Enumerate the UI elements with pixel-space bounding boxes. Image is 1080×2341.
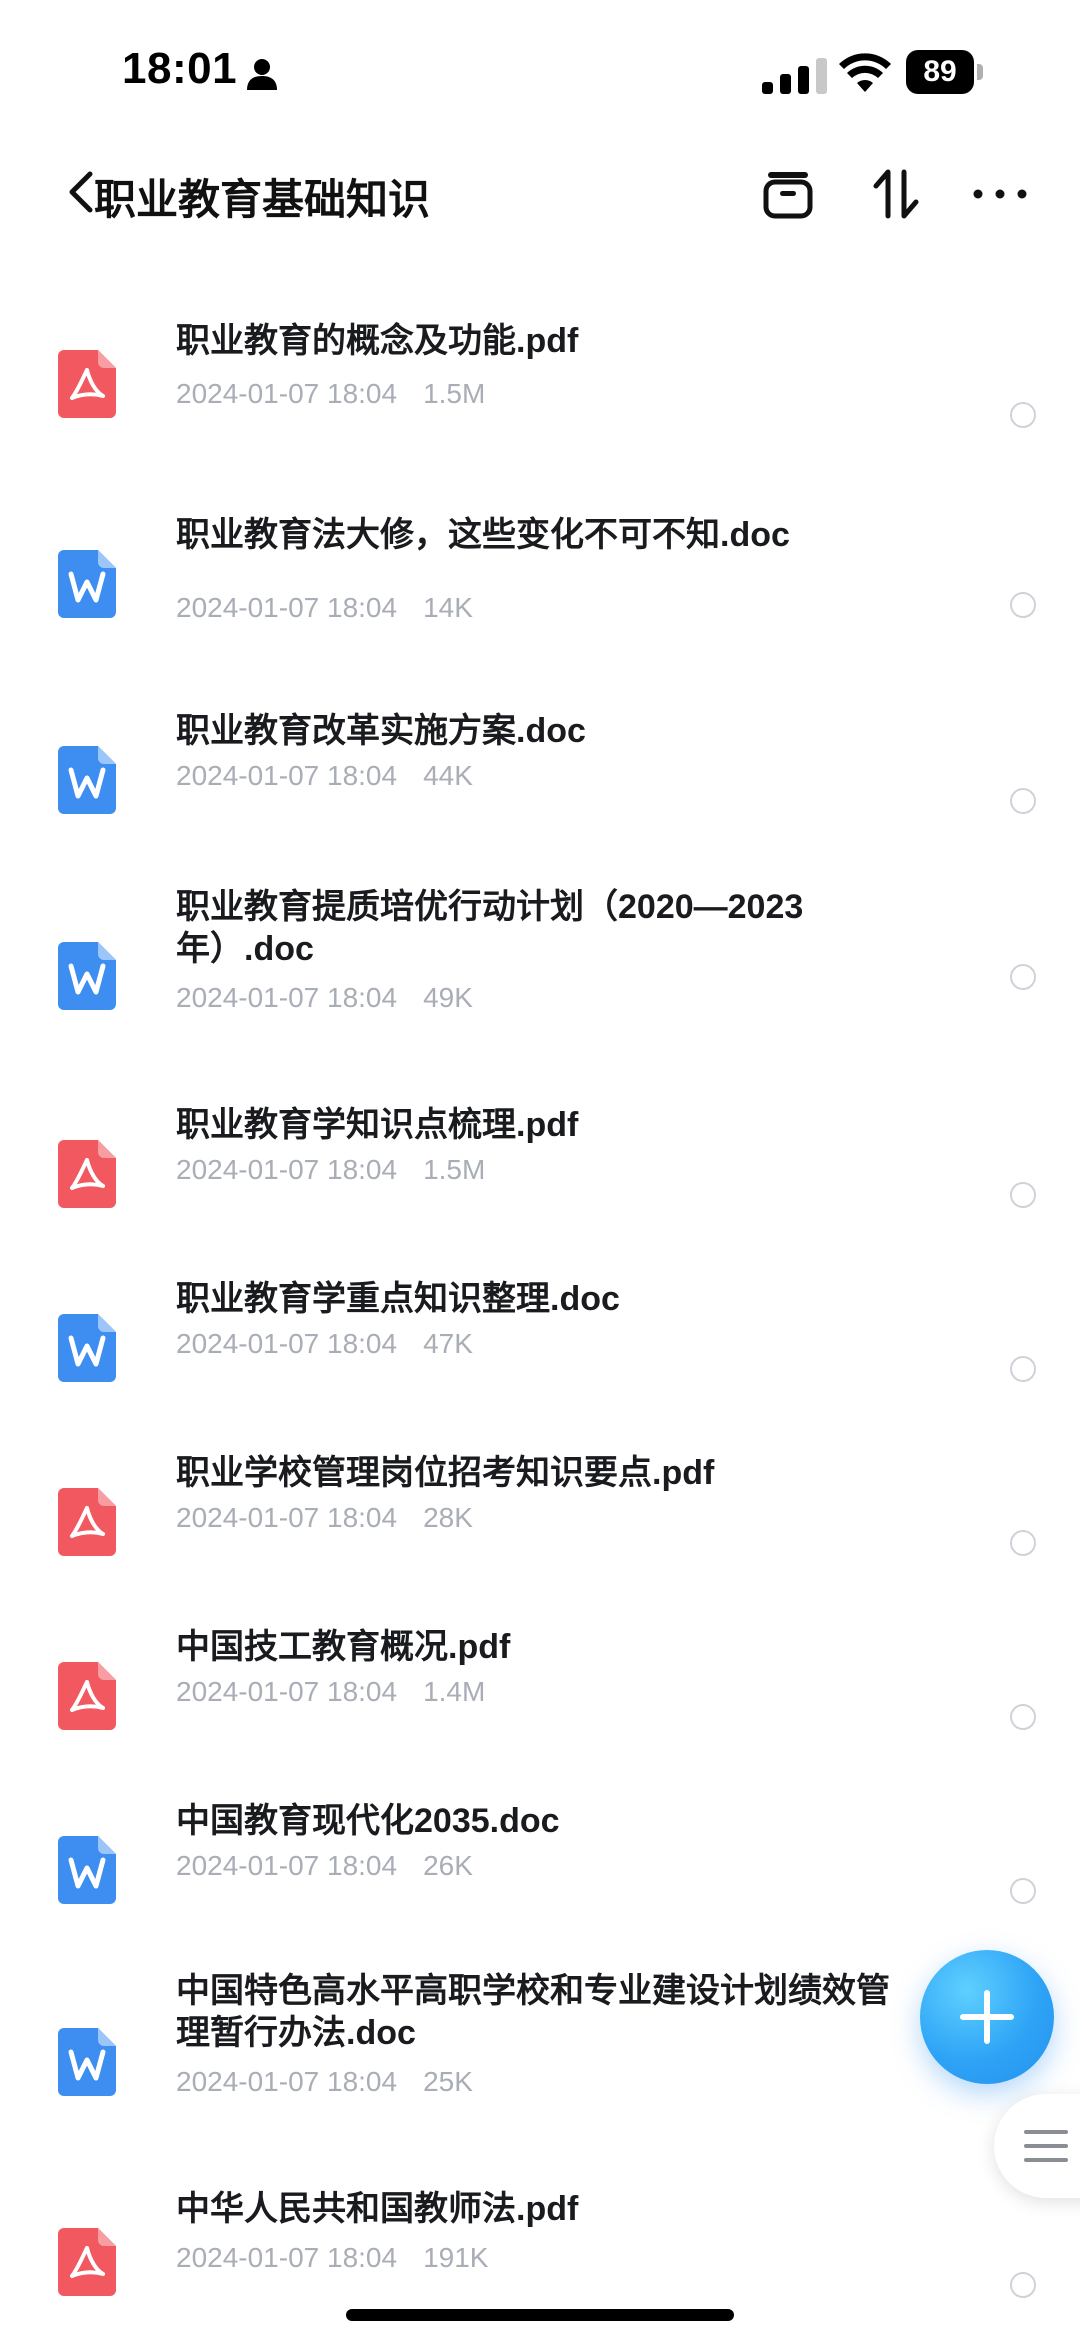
file-date: 2024-01-07 18:04 bbox=[176, 1502, 398, 1533]
file-name: 职业教育学知识点梳理.pdf bbox=[176, 1106, 579, 1144]
file-date: 2024-01-07 18:04 bbox=[176, 2242, 398, 2273]
more-button[interactable] bbox=[970, 164, 1030, 224]
file-name: 职业教育提质培优行动计划（2020—2023年）.doc bbox=[176, 888, 804, 968]
file-meta: 2024-01-07 18:04 44K bbox=[176, 760, 473, 792]
select-radio[interactable] bbox=[1010, 2272, 1036, 2298]
file-size: 25K bbox=[423, 2066, 473, 2097]
file-size: 26K bbox=[423, 1850, 473, 1881]
file-date: 2024-01-07 18:04 bbox=[176, 760, 398, 791]
list-item[interactable]: 中华人民共和国教师法.pdf 2024-01-07 18:04 191K bbox=[0, 2188, 1080, 2318]
list-item[interactable]: 中国技工教育概况.pdf 2024-01-07 18:04 1.4M bbox=[0, 1626, 1080, 1756]
file-meta: 2024-01-07 18:04 191K bbox=[176, 2242, 488, 2274]
list-item[interactable]: 中国教育现代化2035.doc 2024-01-07 18:04 26K bbox=[0, 1800, 1080, 1930]
sort-button[interactable] bbox=[866, 164, 926, 224]
file-date: 2024-01-07 18:04 bbox=[176, 1850, 398, 1881]
list-item[interactable]: 职业教育学重点知识整理.doc 2024-01-07 18:04 47K bbox=[0, 1278, 1080, 1408]
more-icon bbox=[973, 189, 1027, 199]
pdf-file-icon bbox=[58, 350, 116, 418]
status-bar: 18:01 89 bbox=[0, 0, 1080, 140]
pdf-file-icon bbox=[58, 1662, 116, 1730]
select-radio[interactable] bbox=[1010, 1182, 1036, 1208]
select-radio[interactable] bbox=[1010, 1356, 1036, 1382]
file-size: 28K bbox=[423, 1502, 473, 1533]
file-meta: 2024-01-07 18:04 1.5M bbox=[176, 1154, 485, 1186]
battery-tip bbox=[977, 64, 983, 80]
list-item[interactable]: 职业教育学知识点梳理.pdf 2024-01-07 18:04 1.5M bbox=[0, 1104, 1080, 1234]
file-name: 职业教育法大修，这些变化不可不知.doc bbox=[176, 516, 790, 554]
file-meta: 2024-01-07 18:04 1.4M bbox=[176, 1676, 485, 1708]
file-size: 44K bbox=[423, 760, 473, 791]
archive-icon bbox=[763, 172, 813, 219]
list-item[interactable]: 职业教育提质培优行动计划（2020—2023年）.doc 2024-01-07 … bbox=[0, 886, 1080, 1046]
doc-file-icon bbox=[58, 942, 116, 1010]
file-meta: 2024-01-07 18:04 1.5M bbox=[176, 378, 485, 410]
file-size: 1.5M bbox=[423, 1154, 486, 1185]
list-item[interactable]: 职业学校管理岗位招考知识要点.pdf 2024-01-07 18:04 28K bbox=[0, 1452, 1080, 1582]
file-meta: 2024-01-07 18:04 26K bbox=[176, 1850, 473, 1882]
file-name: 职业学校管理岗位招考知识要点.pdf bbox=[176, 1454, 715, 1492]
plus-icon bbox=[960, 1990, 1014, 2044]
file-date: 2024-01-07 18:04 bbox=[176, 378, 398, 409]
battery-level: 89 bbox=[906, 50, 974, 94]
person-icon bbox=[247, 59, 277, 90]
add-button[interactable] bbox=[920, 1950, 1054, 2084]
file-name: 中国教育现代化2035.doc bbox=[176, 1802, 560, 1840]
file-meta: 2024-01-07 18:04 28K bbox=[176, 1502, 473, 1534]
select-radio[interactable] bbox=[1010, 964, 1036, 990]
select-radio[interactable] bbox=[1010, 1530, 1036, 1556]
file-meta: 2024-01-07 18:04 49K bbox=[176, 982, 473, 1014]
list-item[interactable]: 中国特色高水平高职学校和专业建设计划绩效管理暂行办法.doc 2024-01-0… bbox=[0, 1970, 1080, 2130]
page-title: 职业教育基础知识 bbox=[94, 176, 431, 223]
file-size: 1.5M bbox=[423, 378, 486, 409]
file-date: 2024-01-07 18:04 bbox=[176, 1154, 398, 1185]
file-meta: 2024-01-07 18:04 47K bbox=[176, 1328, 473, 1360]
file-name: 职业教育的概念及功能.pdf bbox=[176, 322, 579, 360]
file-name: 中国特色高水平高职学校和专业建设计划绩效管理暂行办法.doc bbox=[176, 1972, 890, 2052]
file-name: 中华人民共和国教师法.pdf bbox=[176, 2190, 579, 2228]
select-radio[interactable] bbox=[1010, 1878, 1036, 1904]
file-name: 职业教育学重点知识整理.doc bbox=[176, 1280, 620, 1318]
select-radio[interactable] bbox=[1010, 1704, 1036, 1730]
menu-lines-icon bbox=[1024, 2130, 1068, 2162]
file-size: 47K bbox=[423, 1328, 473, 1359]
doc-file-icon bbox=[58, 550, 116, 618]
file-date: 2024-01-07 18:04 bbox=[176, 2066, 398, 2097]
doc-file-icon bbox=[58, 2028, 116, 2096]
file-date: 2024-01-07 18:04 bbox=[176, 1328, 398, 1359]
select-radio[interactable] bbox=[1010, 788, 1036, 814]
cellular-signal-icon bbox=[762, 58, 827, 94]
list-item[interactable]: 职业教育的概念及功能.pdf 2024-01-07 18:04 1.5M bbox=[0, 320, 1080, 450]
battery-indicator: 89 bbox=[906, 50, 984, 94]
file-size: 191K bbox=[423, 2242, 489, 2273]
pdf-file-icon bbox=[58, 1140, 116, 1208]
doc-file-icon bbox=[58, 1314, 116, 1382]
file-date: 2024-01-07 18:04 bbox=[176, 592, 398, 623]
archive-button[interactable] bbox=[758, 164, 818, 224]
screen: 18:01 89 职业教育基础知识 职业教育的概念及功能.pdf 2024-01… bbox=[0, 0, 1080, 2341]
file-size: 1.4M bbox=[423, 1676, 486, 1707]
doc-file-icon bbox=[58, 1836, 116, 1904]
select-radio[interactable] bbox=[1010, 402, 1036, 428]
file-name: 中国技工教育概况.pdf bbox=[176, 1628, 511, 1666]
file-name: 职业教育改革实施方案.doc bbox=[176, 712, 586, 750]
status-time: 18:01 bbox=[122, 44, 238, 93]
doc-file-icon bbox=[58, 746, 116, 814]
list-item[interactable]: 职业教育改革实施方案.doc 2024-01-07 18:04 44K bbox=[0, 710, 1080, 840]
file-date: 2024-01-07 18:04 bbox=[176, 1676, 398, 1707]
pdf-file-icon bbox=[58, 2228, 116, 2296]
sort-icon bbox=[873, 169, 919, 219]
file-meta: 2024-01-07 18:04 14K bbox=[176, 592, 473, 624]
list-item[interactable]: 职业教育法大修，这些变化不可不知.doc 2024-01-07 18:04 14K bbox=[0, 514, 1080, 644]
select-radio[interactable] bbox=[1010, 592, 1036, 618]
file-size: 49K bbox=[423, 982, 473, 1013]
file-meta: 2024-01-07 18:04 25K bbox=[176, 2066, 473, 2098]
wifi-icon bbox=[839, 53, 891, 92]
nav-bar: 职业教育基础知识 bbox=[0, 140, 1080, 260]
home-indicator[interactable] bbox=[346, 2309, 734, 2321]
file-date: 2024-01-07 18:04 bbox=[176, 982, 398, 1013]
pdf-file-icon bbox=[58, 1488, 116, 1556]
file-size: 14K bbox=[423, 592, 473, 623]
